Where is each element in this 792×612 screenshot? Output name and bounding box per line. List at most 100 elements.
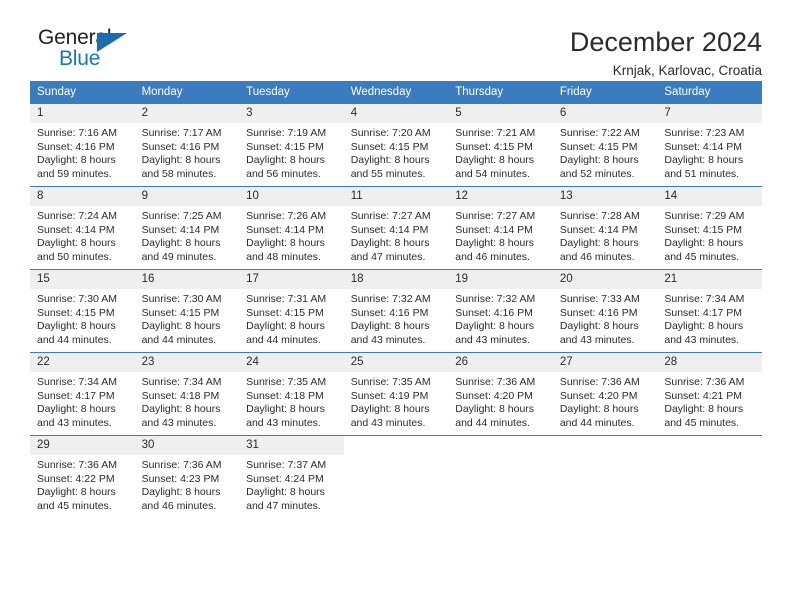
day-detail: Sunrise: 7:36 AM Sunset: 4:23 PM Daylight:… <box>135 455 240 513</box>
sunset-text: Sunset: 4:16 PM <box>559 306 638 319</box>
daylight-text: Daylight: 8 hours and 47 minutes. <box>246 486 325 512</box>
daylight-text: Daylight: 8 hours and 51 minutes. <box>664 154 744 180</box>
weekday-header-friday: Friday <box>552 81 658 104</box>
calendar-day-cell[interactable]: 15 Sunrise: 7:30 AM Sunset: 4:15 PM Dayligh… <box>30 269 135 353</box>
calendar-day-cell-empty <box>343 435 449 518</box>
sunset-text: Sunset: 4:15 PM <box>559 140 638 153</box>
calendar-day-cell[interactable]: 27 Sunrise: 7:36 AM Sunset: 4:20 PM Dayligh… <box>552 352 658 436</box>
calendar-day-cell[interactable]: 20 Sunrise: 7:33 AM Sunset: 4:16 PM Dayligh… <box>552 269 658 353</box>
sunrise-text: Sunrise: 7:16 AM <box>37 127 117 139</box>
sunrise-text: Sunrise: 7:30 AM <box>141 293 222 305</box>
calendar-day-cell[interactable]: 10 Sunrise: 7:26 AM Sunset: 4:14 PM Dayligh… <box>239 186 344 270</box>
sunrise-text: Sunrise: 7:26 AM <box>246 210 327 222</box>
day-number: 7 <box>657 104 762 123</box>
sunset-text: Sunset: 4:24 PM <box>246 472 324 485</box>
calendar-day-cell-empty <box>552 435 658 518</box>
calendar-day-cell[interactable]: 2 Sunrise: 7:17 AM Sunset: 4:16 PM Daylight… <box>134 103 240 187</box>
sunrise-text: Sunrise: 7:29 AM <box>664 210 745 222</box>
sunset-text: Sunset: 4:19 PM <box>350 389 429 402</box>
page-header: General Blue December 2024 Krnjak, Karlo… <box>30 0 762 78</box>
sunset-text: Sunset: 4:16 PM <box>455 306 533 319</box>
daylight-text: Daylight: 8 hours and 43 minutes. <box>559 320 639 346</box>
sunrise-text: Sunrise: 7:36 AM <box>664 376 745 388</box>
calendar-day-cell[interactable]: 1 Sunrise: 7:16 AM Sunset: 4:16 PM Daylight… <box>30 103 135 187</box>
daylight-text: Daylight: 8 hours and 58 minutes. <box>141 154 221 180</box>
day-detail: Sunrise: 7:24 AM Sunset: 4:14 PM Daylight:… <box>30 206 135 264</box>
weekday-header-monday: Monday <box>134 81 240 104</box>
sunrise-text: Sunrise: 7:28 AM <box>559 210 640 222</box>
calendar-day-cell[interactable]: 14 Sunrise: 7:29 AM Sunset: 4:15 PM Dayligh… <box>657 186 762 270</box>
sunset-text: Sunset: 4:14 PM <box>559 223 638 236</box>
sunset-text: Sunset: 4:15 PM <box>664 223 743 236</box>
calendar-day-cell[interactable]: 31 Sunrise: 7:37 AM Sunset: 4:24 PM Dayligh… <box>239 435 344 518</box>
calendar-day-cell[interactable]: 3 Sunrise: 7:19 AM Sunset: 4:15 PM Daylight… <box>239 103 344 187</box>
day-number: 31 <box>239 436 344 455</box>
day-number: 24 <box>239 353 344 372</box>
calendar-day-cell[interactable]: 23 Sunrise: 7:34 AM Sunset: 4:18 PM Dayligh… <box>134 352 240 436</box>
daylight-text: Daylight: 8 hours and 48 minutes. <box>246 237 325 263</box>
daylight-text: Daylight: 8 hours and 43 minutes. <box>664 320 744 346</box>
calendar-day-cell-empty <box>448 435 553 518</box>
sunset-text: Sunset: 4:14 PM <box>350 223 429 236</box>
day-detail: Sunrise: 7:26 AM Sunset: 4:14 PM Daylight:… <box>239 206 344 264</box>
calendar-day-cell[interactable]: 30 Sunrise: 7:36 AM Sunset: 4:23 PM Dayligh… <box>134 435 240 518</box>
sunrise-text: Sunrise: 7:36 AM <box>559 376 640 388</box>
day-detail: Sunrise: 7:31 AM Sunset: 4:15 PM Daylight:… <box>239 289 344 347</box>
calendar-day-cell[interactable]: 6 Sunrise: 7:22 AM Sunset: 4:15 PM Daylight… <box>552 103 658 187</box>
day-detail: Sunrise: 7:36 AM Sunset: 4:20 PM Daylight:… <box>448 372 553 430</box>
calendar-day-cell[interactable]: 9 Sunrise: 7:25 AM Sunset: 4:14 PM Daylight… <box>134 186 240 270</box>
day-detail: Sunrise: 7:35 AM Sunset: 4:19 PM Daylight:… <box>344 372 449 430</box>
sunset-text: Sunset: 4:14 PM <box>455 223 533 236</box>
sunrise-text: Sunrise: 7:37 AM <box>246 459 327 471</box>
calendar-day-cell[interactable]: 21 Sunrise: 7:34 AM Sunset: 4:17 PM Dayligh… <box>657 269 762 353</box>
sunrise-text: Sunrise: 7:34 AM <box>141 376 222 388</box>
day-detail: Sunrise: 7:20 AM Sunset: 4:15 PM Daylight:… <box>344 123 449 181</box>
calendar-day-cell[interactable]: 16 Sunrise: 7:30 AM Sunset: 4:15 PM Dayligh… <box>134 269 240 353</box>
calendar-day-cell[interactable]: 5 Sunrise: 7:21 AM Sunset: 4:15 PM Daylight… <box>448 103 553 187</box>
calendar-day-cell[interactable]: 17 Sunrise: 7:31 AM Sunset: 4:15 PM Dayligh… <box>239 269 344 353</box>
calendar-day-cell[interactable]: 18 Sunrise: 7:32 AM Sunset: 4:16 PM Dayligh… <box>343 269 449 353</box>
day-number: 18 <box>343 270 449 289</box>
calendar-day-cell[interactable]: 29 Sunrise: 7:36 AM Sunset: 4:22 PM Dayligh… <box>30 435 135 518</box>
day-number: 30 <box>134 436 240 455</box>
sunrise-text: Sunrise: 7:24 AM <box>37 210 117 222</box>
calendar-day-cell[interactable]: 13 Sunrise: 7:28 AM Sunset: 4:14 PM Dayligh… <box>552 186 658 270</box>
sunrise-text: Sunrise: 7:36 AM <box>141 459 222 471</box>
day-detail: Sunrise: 7:29 AM Sunset: 4:15 PM Daylight:… <box>657 206 762 264</box>
daylight-text: Daylight: 8 hours and 44 minutes. <box>559 403 639 429</box>
sunset-text: Sunset: 4:18 PM <box>141 389 220 402</box>
day-detail: Sunrise: 7:36 AM Sunset: 4:21 PM Daylight:… <box>657 372 762 430</box>
calendar-day-cell[interactable]: 28 Sunrise: 7:36 AM Sunset: 4:21 PM Dayligh… <box>657 352 762 436</box>
sunset-text: Sunset: 4:22 PM <box>37 472 115 485</box>
sunrise-text: Sunrise: 7:35 AM <box>246 376 327 388</box>
weekday-header-saturday: Saturday <box>657 81 762 104</box>
calendar-page: General Blue December 2024 Krnjak, Karlo… <box>0 0 792 612</box>
calendar-day-cell[interactable]: 26 Sunrise: 7:36 AM Sunset: 4:20 PM Dayligh… <box>448 352 553 436</box>
weekday-header-wednesday: Wednesday <box>343 81 449 104</box>
day-detail: Sunrise: 7:17 AM Sunset: 4:16 PM Daylight:… <box>135 123 240 181</box>
calendar-day-cell[interactable]: 4 Sunrise: 7:20 AM Sunset: 4:15 PM Daylight… <box>343 103 449 187</box>
sunrise-text: Sunrise: 7:17 AM <box>141 127 222 139</box>
page-title: December 2024 <box>569 27 762 57</box>
calendar-day-cell[interactable]: 19 Sunrise: 7:32 AM Sunset: 4:16 PM Dayligh… <box>448 269 553 353</box>
day-detail: Sunrise: 7:32 AM Sunset: 4:16 PM Daylight:… <box>448 289 553 347</box>
day-detail: Sunrise: 7:21 AM Sunset: 4:15 PM Daylight:… <box>448 123 553 181</box>
daylight-text: Daylight: 8 hours and 43 minutes. <box>37 403 116 429</box>
sunset-text: Sunset: 4:16 PM <box>37 140 115 153</box>
sunset-text: Sunset: 4:17 PM <box>37 389 115 402</box>
sunrise-text: Sunrise: 7:30 AM <box>37 293 117 305</box>
calendar-day-cell[interactable]: 22 Sunrise: 7:34 AM Sunset: 4:17 PM Dayligh… <box>30 352 135 436</box>
sunrise-text: Sunrise: 7:32 AM <box>455 293 536 305</box>
calendar-day-cell[interactable]: 7 Sunrise: 7:23 AM Sunset: 4:14 PM Daylight… <box>657 103 762 187</box>
sunset-text: Sunset: 4:15 PM <box>455 140 533 153</box>
calendar-day-cell[interactable]: 24 Sunrise: 7:35 AM Sunset: 4:18 PM Dayligh… <box>239 352 344 436</box>
calendar-day-cell[interactable]: 8 Sunrise: 7:24 AM Sunset: 4:14 PM Daylight… <box>30 186 135 270</box>
calendar-day-cell[interactable]: 25 Sunrise: 7:35 AM Sunset: 4:19 PM Dayligh… <box>343 352 449 436</box>
general-blue-logo[interactable]: General Blue <box>30 26 160 78</box>
day-detail <box>344 442 449 446</box>
sunset-text: Sunset: 4:15 PM <box>246 306 324 319</box>
day-number: 6 <box>552 104 658 123</box>
calendar-day-cell[interactable]: 12 Sunrise: 7:27 AM Sunset: 4:14 PM Dayligh… <box>448 186 553 270</box>
calendar-day-cell[interactable]: 11 Sunrise: 7:27 AM Sunset: 4:14 PM Dayligh… <box>343 186 449 270</box>
day-detail: Sunrise: 7:36 AM Sunset: 4:22 PM Daylight:… <box>30 455 135 513</box>
